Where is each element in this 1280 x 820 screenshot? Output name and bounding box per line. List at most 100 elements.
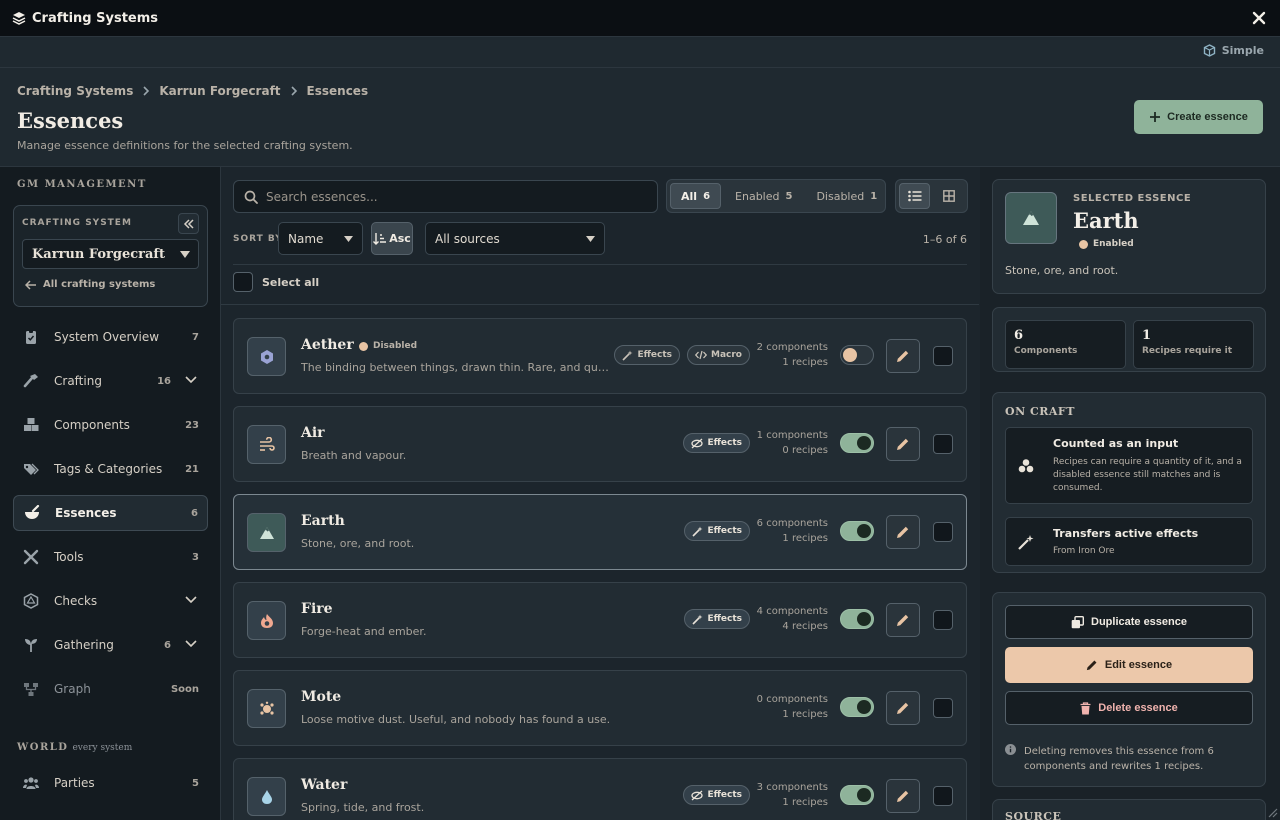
source-card: SOURCE: [992, 799, 1266, 820]
sidebar-item-parties[interactable]: Parties 5: [13, 765, 208, 801]
status-dot: [359, 341, 368, 351]
grid-view-button[interactable]: [933, 183, 964, 209]
on-craft-input-item: Counted as an input Recipes can require …: [1005, 427, 1253, 504]
row-checkbox[interactable]: [933, 434, 953, 454]
essence-row-aether[interactable]: Aether Disabled The binding between thin…: [233, 318, 967, 394]
cluster-icon: [1018, 458, 1034, 474]
pencil-icon: [896, 349, 910, 363]
enabled-toggle[interactable]: [840, 433, 874, 453]
mode-toggle[interactable]: Simple: [1203, 44, 1264, 57]
caret-down-icon: [344, 236, 353, 243]
sidebar-item-tools[interactable]: Tools 3: [13, 539, 208, 575]
chevron-down-icon[interactable]: [185, 640, 197, 648]
enabled-toggle[interactable]: [840, 697, 874, 717]
row-checkbox[interactable]: [933, 610, 953, 630]
plus-icon: [1149, 111, 1161, 123]
enabled-toggle[interactable]: [840, 609, 874, 629]
all-crafting-systems-link[interactable]: All crafting systems: [25, 279, 155, 290]
sidebar-item-components[interactable]: Components 23: [13, 407, 208, 443]
filter-tab-all[interactable]: All 6: [670, 183, 722, 209]
search-input[interactable]: [266, 189, 646, 204]
enabled-toggle[interactable]: [840, 345, 874, 365]
sort-value: Name: [288, 231, 324, 246]
sidebar-item-crafting[interactable]: Crafting 16: [13, 363, 208, 399]
mortar-icon: [24, 505, 40, 521]
droplet-icon: [247, 777, 286, 816]
edit-button[interactable]: [886, 603, 920, 637]
essence-row-air[interactable]: Air Breath and vapour. Effects 1 compone…: [233, 406, 967, 482]
essence-stats-card: 6 Components 1 Recipes require it: [992, 307, 1266, 372]
world-label-text: WORLD: [17, 742, 69, 753]
essence-detail-panel: SELECTED ESSENCE Earth Enabled Stone, or…: [980, 167, 1280, 820]
filter-count: 1: [870, 190, 878, 202]
essence-row-fire[interactable]: Fire Forge-heat and ember. Effects 4 com…: [233, 582, 967, 658]
row-checkbox[interactable]: [933, 346, 953, 366]
essence-row-water[interactable]: Water Spring, tide, and frost. Effects 3…: [233, 758, 967, 820]
sidebar-item-label: Tools: [54, 550, 84, 564]
source-select[interactable]: All sources: [425, 222, 605, 255]
edit-button[interactable]: [886, 779, 920, 813]
pencil-icon: [896, 701, 910, 715]
breadcrumb-system[interactable]: Karrun Forgecraft: [159, 84, 280, 98]
essence-tags: Effects: [683, 785, 750, 805]
sidebar-item-count: 6: [191, 507, 198, 519]
chevron-down-icon[interactable]: [185, 596, 197, 604]
essence-tags: Effects: [683, 433, 750, 453]
sidebar-item-tags-categories[interactable]: Tags & Categories 21: [13, 451, 208, 487]
chevron-down-icon[interactable]: [185, 376, 197, 384]
create-essence-button[interactable]: Create essence: [1134, 100, 1263, 134]
row-checkbox[interactable]: [933, 522, 953, 542]
enabled-toggle[interactable]: [840, 521, 874, 541]
sidebar-item-essences[interactable]: Essences 6: [13, 495, 208, 531]
filter-tab-disabled[interactable]: Disabled 1: [806, 183, 887, 209]
edit-button[interactable]: [886, 427, 920, 461]
essence-row-mote[interactable]: Mote Loose motive dust. Useful, and nobo…: [233, 670, 967, 746]
effects-tag: Effects: [684, 521, 750, 541]
edit-button[interactable]: [886, 339, 920, 373]
sidebar: GM MANAGEMENT CRAFTING SYSTEM Karrun For…: [0, 167, 221, 820]
edit-essence-label: Edit essence: [1104, 659, 1173, 671]
source-value: All sources: [435, 231, 500, 246]
recipe-count: 0 recipes: [782, 445, 828, 456]
pencil-icon: [896, 525, 910, 539]
sort-select[interactable]: Name: [278, 222, 363, 255]
collapse-sidebar-button[interactable]: [178, 213, 199, 234]
close-icon[interactable]: [1250, 9, 1268, 27]
seedling-icon: [23, 637, 39, 653]
code-icon: [695, 350, 707, 360]
page-header: Crafting Systems Karrun Forgecraft Essen…: [0, 68, 1280, 167]
filter-tab-enabled[interactable]: Enabled 5: [725, 183, 802, 209]
wand-icon: [1018, 534, 1034, 550]
crafting-system-select[interactable]: Karrun Forgecraft: [22, 239, 199, 269]
delete-essence-button[interactable]: Delete essence: [1005, 691, 1253, 725]
tag-label: Effects: [707, 790, 742, 800]
mountain-icon: [247, 513, 286, 552]
breadcrumb-crafting-systems[interactable]: Crafting Systems: [17, 84, 133, 98]
row-checkbox[interactable]: [933, 698, 953, 718]
on-craft-item-desc: From Iron Ore: [1053, 546, 1115, 556]
cube-icon: [1203, 44, 1216, 57]
select-all-control[interactable]: Select all: [233, 272, 319, 292]
chevron-right-icon: [289, 86, 299, 96]
status-label: Enabled: [1093, 239, 1134, 249]
essence-row-earth[interactable]: Earth Stone, ore, and root. Effects 6 co…: [233, 494, 967, 570]
list-view-button[interactable]: [899, 183, 930, 209]
sidebar-item-system-overview[interactable]: System Overview 7: [13, 319, 208, 355]
users-icon: [23, 775, 39, 791]
crafting-system-label: CRAFTING SYSTEM: [22, 218, 132, 228]
select-all-checkbox[interactable]: [233, 272, 253, 292]
sidebar-nav: System Overview 7 Crafting 16 Components…: [13, 319, 208, 715]
edit-button[interactable]: [886, 691, 920, 725]
sort-order-button[interactable]: Asc: [371, 222, 413, 255]
duplicate-essence-button[interactable]: Duplicate essence: [1005, 605, 1253, 639]
edit-button[interactable]: [886, 515, 920, 549]
sidebar-item-gathering[interactable]: Gathering 6: [13, 627, 208, 663]
resize-grip-icon[interactable]: [1268, 808, 1278, 818]
edit-essence-button[interactable]: Edit essence: [1005, 647, 1253, 683]
row-checkbox[interactable]: [933, 786, 953, 806]
enabled-toggle[interactable]: [840, 785, 874, 805]
sidebar-item-checks[interactable]: Checks: [13, 583, 208, 619]
selected-essence-label: SELECTED ESSENCE: [1073, 193, 1192, 204]
effects-tag: Effects: [614, 345, 680, 365]
components-stat: 6 Components: [1005, 320, 1126, 369]
